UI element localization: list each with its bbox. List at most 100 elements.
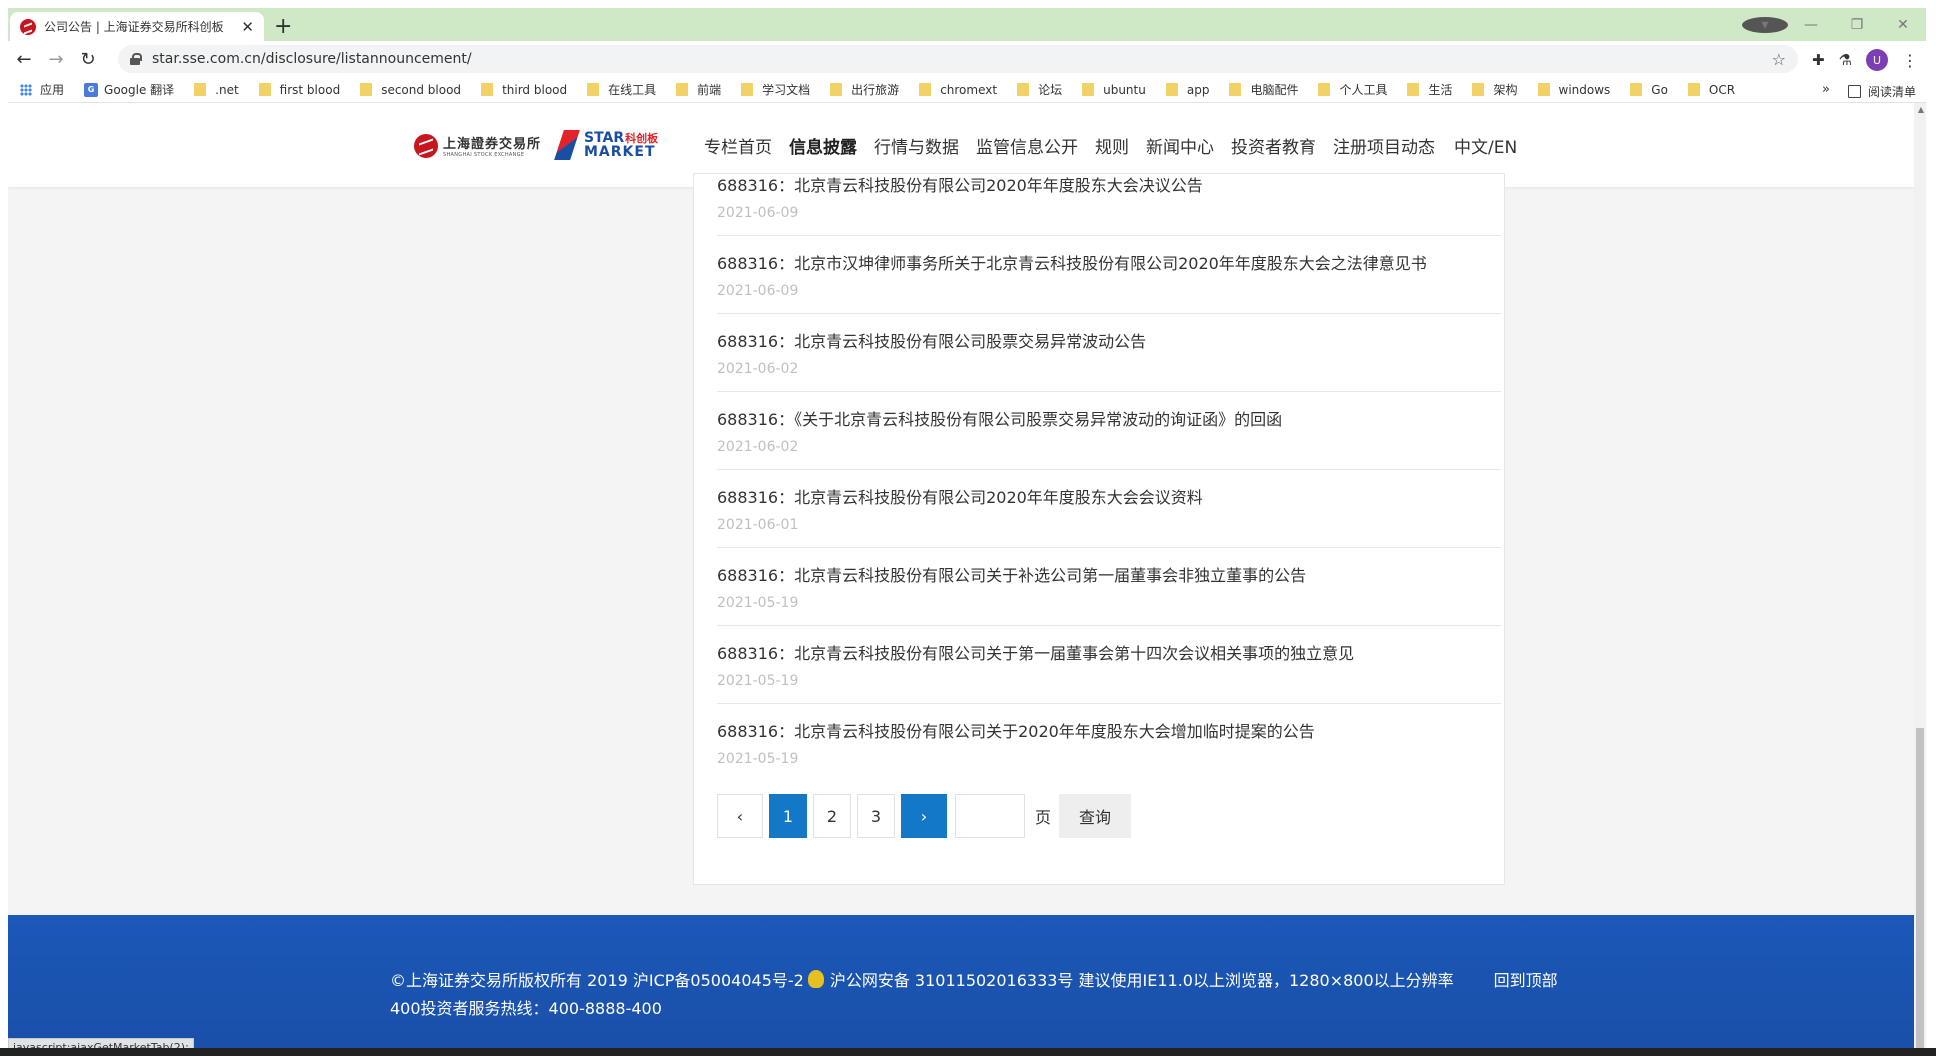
announcement-title[interactable]: 688316：北京青云科技股份有限公司2020年年度股东大会会议资料 — [717, 484, 1501, 508]
page-button-1[interactable]: 1 — [769, 794, 807, 838]
bookmark-folder[interactable]: 论坛 — [1017, 81, 1062, 98]
announcement-title[interactable]: 688316：北京青云科技股份有限公司2020年年度股东大会决议公告 — [717, 172, 1501, 196]
bookmark-google-translate[interactable]: G Google 翻译 — [84, 81, 174, 98]
bookmark-star-icon[interactable]: ☆ — [1772, 50, 1786, 69]
forward-arrow-icon[interactable]: → — [40, 49, 72, 70]
list-item[interactable]: 688316：北京青云科技股份有限公司关于补选公司第一届董事会非独立董事的公告 … — [717, 548, 1501, 626]
pagination: ‹ 1 2 3 › 页 查询 — [717, 794, 1132, 838]
folder-icon — [830, 83, 843, 96]
bookmark-folder[interactable]: Go — [1630, 83, 1668, 97]
page-button-3[interactable]: 3 — [857, 794, 895, 838]
bookmark-folder[interactable]: OCR — [1687, 83, 1735, 97]
announcement-date: 2021-05-19 — [717, 751, 799, 767]
list-item[interactable]: 688316：《关于北京青云科技股份有限公司股票交易异常波动的询证函》的回函 2… — [717, 392, 1501, 470]
bookmarks-overflow-chevron[interactable]: » — [1822, 82, 1830, 97]
bookmark-folder[interactable]: 在线工具 — [587, 81, 656, 98]
nav-news[interactable]: 新闻中心 — [1146, 133, 1214, 158]
bookmark-folder[interactable]: windows — [1537, 83, 1610, 97]
bookmark-folder[interactable]: app — [1165, 83, 1209, 97]
tab-search-icon[interactable]: ▾ — [1742, 16, 1788, 33]
announcement-title[interactable]: 688316：北京青云科技股份有限公司关于2020年年度股东大会增加临时提案的公… — [717, 718, 1501, 742]
sse-emblem-icon — [414, 133, 438, 158]
nav-registration-projects[interactable]: 注册项目动态 — [1333, 133, 1435, 158]
nav-column-home[interactable]: 专栏首页 — [704, 133, 772, 158]
lock-icon[interactable] — [130, 53, 142, 65]
list-item[interactable]: 688316：北京市汉坤律师事务所关于北京青云科技股份有限公司2020年年度股东… — [717, 236, 1501, 314]
sse-logo[interactable]: 上海證券交易所 SHANGHAI STOCK EXCHANGE — [414, 133, 541, 158]
reading-list-button[interactable]: 阅读清单 — [1847, 83, 1916, 100]
bookmark-folder[interactable]: 个人工具 — [1318, 81, 1387, 98]
page-number-input[interactable] — [955, 794, 1025, 838]
scroll-up-arrow-icon[interactable]: ▲ — [1918, 105, 1924, 114]
nav-investor-education[interactable]: 投资者教育 — [1231, 133, 1316, 158]
lab-flask-icon[interactable]: ⚗ — [1839, 51, 1852, 69]
menu-kebab-icon[interactable]: ⋮ — [1902, 51, 1918, 70]
announcement-list: 688316：北京青云科技股份有限公司2020年年度股东大会决议公告 2021-… — [693, 173, 1505, 885]
bookmark-folder[interactable]: 电脑配件 — [1229, 81, 1298, 98]
minimize-icon[interactable]: — — [1788, 17, 1834, 33]
bookmark-folder[interactable]: chromext — [919, 83, 997, 97]
profile-avatar[interactable]: U — [1866, 49, 1888, 71]
folder-icon — [919, 83, 932, 96]
announcement-title[interactable]: 688316：北京青云科技股份有限公司关于补选公司第一届董事会非独立董事的公告 — [717, 562, 1501, 586]
nav-disclosure[interactable]: 信息披露 — [789, 133, 857, 158]
folder-icon — [741, 83, 754, 96]
folder-icon — [1017, 83, 1030, 96]
bookmark-folder[interactable]: .net — [194, 83, 239, 97]
query-button[interactable]: 查询 — [1059, 794, 1132, 838]
page-scrollbar[interactable]: ▲ — [1914, 103, 1926, 1056]
folder-icon — [587, 83, 600, 96]
sse-logo-text: 上海證券交易所 — [443, 137, 542, 152]
next-page-button[interactable]: › — [901, 794, 947, 838]
nav-regulatory-info[interactable]: 监管信息公开 — [976, 133, 1078, 158]
bookmark-folder[interactable]: third blood — [481, 83, 567, 97]
nav-market-data[interactable]: 行情与数据 — [874, 133, 959, 158]
bookmark-folder[interactable]: second blood — [360, 83, 461, 97]
list-item[interactable]: 688316：北京青云科技股份有限公司2020年年度股东大会会议资料 2021-… — [717, 470, 1501, 548]
reload-icon[interactable]: ↻ — [72, 49, 104, 70]
browser-tab[interactable]: 公司公告 | 上海证券交易所科创板 ✕ — [10, 12, 264, 41]
extensions-puzzle-icon[interactable]: ✚ — [1812, 51, 1825, 69]
list-item[interactable]: 688316：北京青云科技股份有限公司股票交易异常波动公告 2021-06-02 — [717, 314, 1501, 392]
list-item[interactable]: 688316：北京青云科技股份有限公司2020年年度股东大会决议公告 2021-… — [717, 172, 1501, 236]
announcement-date: 2021-06-01 — [717, 517, 799, 533]
taskbar-edge — [0, 1048, 1936, 1056]
bookmark-folder[interactable]: 架构 — [1472, 81, 1518, 98]
window-close-icon[interactable]: ✕ — [1880, 17, 1926, 33]
page-button-2[interactable]: 2 — [813, 794, 851, 838]
announcement-title[interactable]: 688316：北京市汉坤律师事务所关于北京青云科技股份有限公司2020年年度股东… — [717, 250, 1501, 274]
footer-police-record: 沪公网安备 31011502016333号 建议使用IE11.0以上浏览器，12… — [829, 971, 1454, 990]
browser-window: 公司公告 | 上海证券交易所科创板 ✕ + ▾ — ❐ ✕ ← → ↻ star… — [8, 8, 1926, 1056]
new-tab-icon[interactable]: + — [274, 14, 292, 39]
bookmark-folder[interactable]: ubuntu — [1082, 83, 1146, 97]
language-switch[interactable]: 中文/EN — [1454, 133, 1517, 158]
back-arrow-icon[interactable]: ← — [8, 49, 40, 70]
bookmark-folder[interactable]: first blood — [258, 83, 340, 97]
bookmark-folder[interactable]: 学习文档 — [741, 81, 810, 98]
prev-page-button[interactable]: ‹ — [717, 794, 763, 838]
address-bar[interactable]: star.sse.com.cn/disclosure/listannouncem… — [118, 45, 1798, 73]
list-item[interactable]: 688316：北京青云科技股份有限公司关于2020年年度股东大会增加临时提案的公… — [717, 704, 1501, 782]
close-tab-icon[interactable]: ✕ — [241, 18, 254, 36]
bookmark-apps[interactable]: 应用 — [20, 81, 64, 98]
back-to-top-link[interactable]: 回到顶部 — [1494, 967, 1558, 991]
url-text: star.sse.com.cn/disclosure/listannouncem… — [152, 51, 472, 67]
page-viewport: 上海證券交易所 SHANGHAI STOCK EXCHANGE STAR科创板 … — [8, 103, 1926, 1056]
folder-icon — [194, 83, 207, 96]
site-footer: ©上海证券交易所版权所有 2019 沪ICP备05004045号-2 沪公网安备… — [8, 915, 1914, 1056]
bookmark-folder[interactable]: 生活 — [1407, 81, 1452, 98]
browser-toolbar: ← → ↻ star.sse.com.cn/disclosure/listann… — [8, 41, 1926, 77]
scroll-thumb[interactable] — [1916, 728, 1924, 1056]
star-market-logo[interactable]: STAR科创板 MARKET — [556, 130, 658, 160]
list-item[interactable]: 688316：北京青云科技股份有限公司关于第一届董事会第十四次会议相关事项的独立… — [717, 626, 1501, 704]
bookmark-folder[interactable]: 前端 — [676, 81, 721, 98]
window-controls: ▾ — ❐ ✕ — [1742, 8, 1926, 41]
announcement-title[interactable]: 688316：北京青云科技股份有限公司关于第一届董事会第十四次会议相关事项的独立… — [717, 640, 1501, 664]
announcement-title[interactable]: 688316：《关于北京青云科技股份有限公司股票交易异常波动的询证函》的回函 — [717, 406, 1501, 430]
folder-icon — [1318, 83, 1331, 96]
nav-rules[interactable]: 规则 — [1095, 133, 1129, 158]
restore-icon[interactable]: ❐ — [1834, 17, 1880, 33]
folder-icon — [1687, 83, 1700, 96]
announcement-title[interactable]: 688316：北京青云科技股份有限公司股票交易异常波动公告 — [717, 328, 1501, 352]
bookmark-folder[interactable]: 出行旅游 — [830, 81, 899, 98]
